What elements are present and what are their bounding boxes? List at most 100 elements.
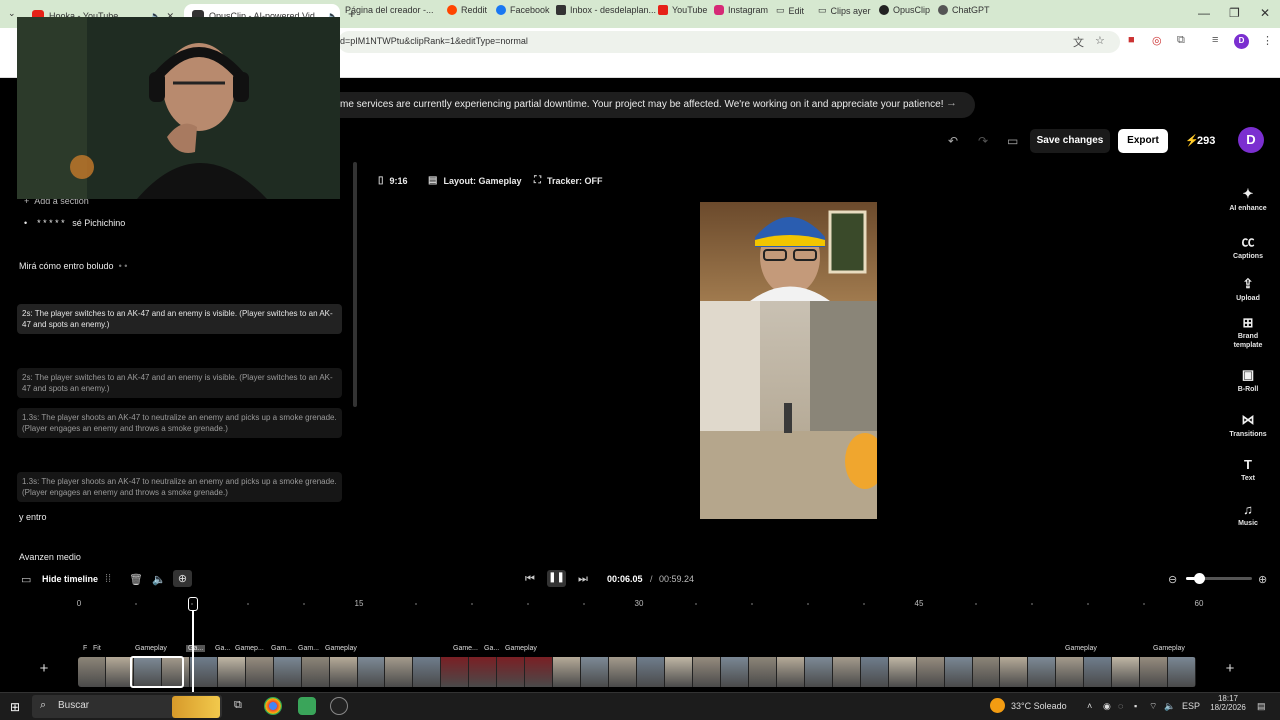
scene-description[interactable]: 1.3s: The player shoots an AK-47 to neut… [17,472,342,502]
bookmark-folder[interactable]: ▭ Clips ayer [818,5,871,16]
hide-timeline-button[interactable]: Hide timeline [42,574,98,584]
scene-description[interactable]: 1.3s: The player shoots an AK-47 to neut… [17,408,342,438]
subtitle-toggle-icon[interactable]: ▭ [1007,134,1018,148]
zoom-out-icon[interactable]: ⊖ [1168,573,1177,586]
segment-label[interactable]: Gameplay [1153,645,1185,652]
app-taskbar-icon[interactable] [298,697,316,715]
segment-label[interactable]: F [83,645,87,652]
brand-template-tool[interactable]: ⊞ Brand template [1226,316,1270,350]
language-indicator[interactable]: ESP [1182,701,1200,711]
broll-tool[interactable]: ▣ B-Roll [1226,367,1270,393]
bookmark-item[interactable]: Reddit [447,5,487,15]
weather-text[interactable]: 33°C Soleado [1011,701,1067,711]
add-track-left-icon[interactable]: + [32,660,56,684]
segment-label[interactable]: Gameplay [505,645,537,652]
bookmark-item[interactable]: YouTube [658,5,707,15]
restore-icon[interactable]: ❐ [1229,6,1240,20]
bookmark-item[interactable]: Inbox - desdelaplan... [556,5,656,15]
bookmark-item[interactable]: OpusClip [879,5,930,15]
url-bar[interactable]: d=pIM1NTWPtu&clipRank=1&editType=normal [338,31,1120,53]
upload-tool[interactable]: ⇪ Upload [1226,276,1270,302]
segment-label[interactable]: Gam... [271,645,292,652]
tray-icon[interactable]: ◌ [1118,701,1123,711]
ruler-tick [751,603,753,605]
transcript-line[interactable]: • * * * * * sé Pichichino [24,218,125,228]
video-preview[interactable] [700,202,877,519]
segment-label[interactable]: Gamep... [235,645,264,652]
selected-clip-outline[interactable] [130,656,184,688]
minimize-icon[interactable]: — [1198,6,1210,20]
segment-label[interactable]: Gameplay [1065,645,1097,652]
profile-avatar[interactable]: D [1234,34,1249,49]
pause-button[interactable]: ❚❚ [547,570,566,587]
skip-back-icon[interactable]: ⏮ [525,573,535,586]
add-track-right-icon[interactable]: + [1218,660,1242,684]
delete-icon[interactable]: 🗑 [129,573,143,586]
segment-label[interactable]: Gameplay [135,645,167,652]
timeline-filmstrip[interactable] [78,657,1196,687]
extension-icon[interactable]: ■ [1128,34,1135,46]
segment-label[interactable]: Ga... [484,645,499,652]
segment-label[interactable]: Ga... [215,645,230,652]
transcript-line[interactable]: Avanzen medio [19,552,81,560]
tray-icon[interactable]: ▪ [1134,701,1137,711]
playhead-handle[interactable] [188,597,198,611]
layout-option[interactable]: ▤ Layout: Gameplay [428,175,521,186]
hide-timeline-icon[interactable]: ▭ [21,573,31,586]
bookmark-item[interactable]: Página del creador -... [345,5,434,15]
captions-tool[interactable]: ㏄ Captions [1226,231,1270,260]
extensions-puzzle-icon[interactable]: ⧉ [1177,34,1185,47]
user-avatar[interactable]: D [1238,127,1264,153]
bookmark-item[interactable]: Instagram [714,5,768,15]
segment-label[interactable]: Gameplay [325,645,357,652]
app-taskbar-icon[interactable] [330,697,348,715]
volume-tray-icon[interactable]: 🔈 [1164,701,1175,712]
segment-label[interactable]: Game... [453,645,478,652]
extension-icon[interactable]: ◎ [1152,34,1162,47]
window-close-icon[interactable]: ✕ [1260,6,1270,20]
arrow-right-icon[interactable]: → [946,97,957,109]
windows-start-icon[interactable]: ⊞ [10,700,20,714]
bookmark-item[interactable]: Facebook [496,5,550,15]
fit-timeline-icon[interactable]: ⊕ [173,570,192,587]
skip-forward-icon[interactable]: ⏭ [578,573,588,586]
transitions-tool[interactable]: ⋈ Transitions [1226,412,1270,438]
tab-list-chevron-icon[interactable]: ⌄ [8,8,16,19]
star-icon[interactable]: ☆ [1095,34,1105,47]
volume-icon[interactable]: 🔈 [152,573,166,586]
wifi-icon[interactable]: ⌔ [1149,701,1157,712]
bookmark-folder[interactable]: ▭ Edit [776,5,804,16]
filmstrip-frame [301,657,330,687]
segment-label-selected[interactable]: Ga... [186,645,206,652]
captions-icon: ㏄ [1241,234,1255,249]
chrome-menu-icon[interactable]: ⋮ [1262,34,1273,47]
clock[interactable]: 18:17 18/2/2026 [1206,694,1250,712]
reading-list-icon[interactable]: ≡ [1212,34,1218,46]
undo-icon[interactable]: ↶ [948,134,958,148]
tray-icon[interactable]: ◉ [1103,701,1111,712]
split-icon[interactable]: ⁞⁞ [105,573,111,585]
scene-description[interactable]: 2s: The player switches to an AK-47 and … [17,368,342,398]
bookmark-item[interactable]: ChatGPT [938,5,990,15]
tray-chevron-icon[interactable]: ˄ [1087,701,1092,711]
aspect-ratio-option[interactable]: ▯ 9:16 [378,175,408,186]
text-tool[interactable]: T Text [1226,457,1270,482]
segment-label[interactable]: Gam... [298,645,319,652]
transcript-line[interactable]: Mirá cómo entro boludo • • [19,261,127,271]
save-changes-button[interactable]: Save changes [1030,129,1110,153]
tracker-option[interactable]: ⛶ Tracker: OFF [534,175,603,186]
segment-label[interactable]: Fit [93,645,101,652]
redo-icon[interactable]: ↷ [978,134,988,148]
ruler-label: 15 [354,599,364,608]
transcript-line[interactable]: y entro [19,512,47,522]
translate-icon[interactable]: 文 [1073,34,1084,50]
task-view-icon[interactable]: ⧉ [234,699,242,712]
zoom-in-icon[interactable]: ⊕ [1258,573,1267,586]
scene-description[interactable]: 2s: The player switches to an AK-47 and … [17,304,342,334]
notifications-icon[interactable]: ▤ [1257,701,1266,712]
ai-enhance-tool[interactable]: ✦ AI enhance [1226,186,1270,212]
music-tool[interactable]: ♫ Music [1226,502,1270,527]
chrome-taskbar-icon[interactable] [264,697,282,715]
transcript-scrollbar[interactable] [353,162,357,407]
export-button[interactable]: Export [1118,129,1168,153]
